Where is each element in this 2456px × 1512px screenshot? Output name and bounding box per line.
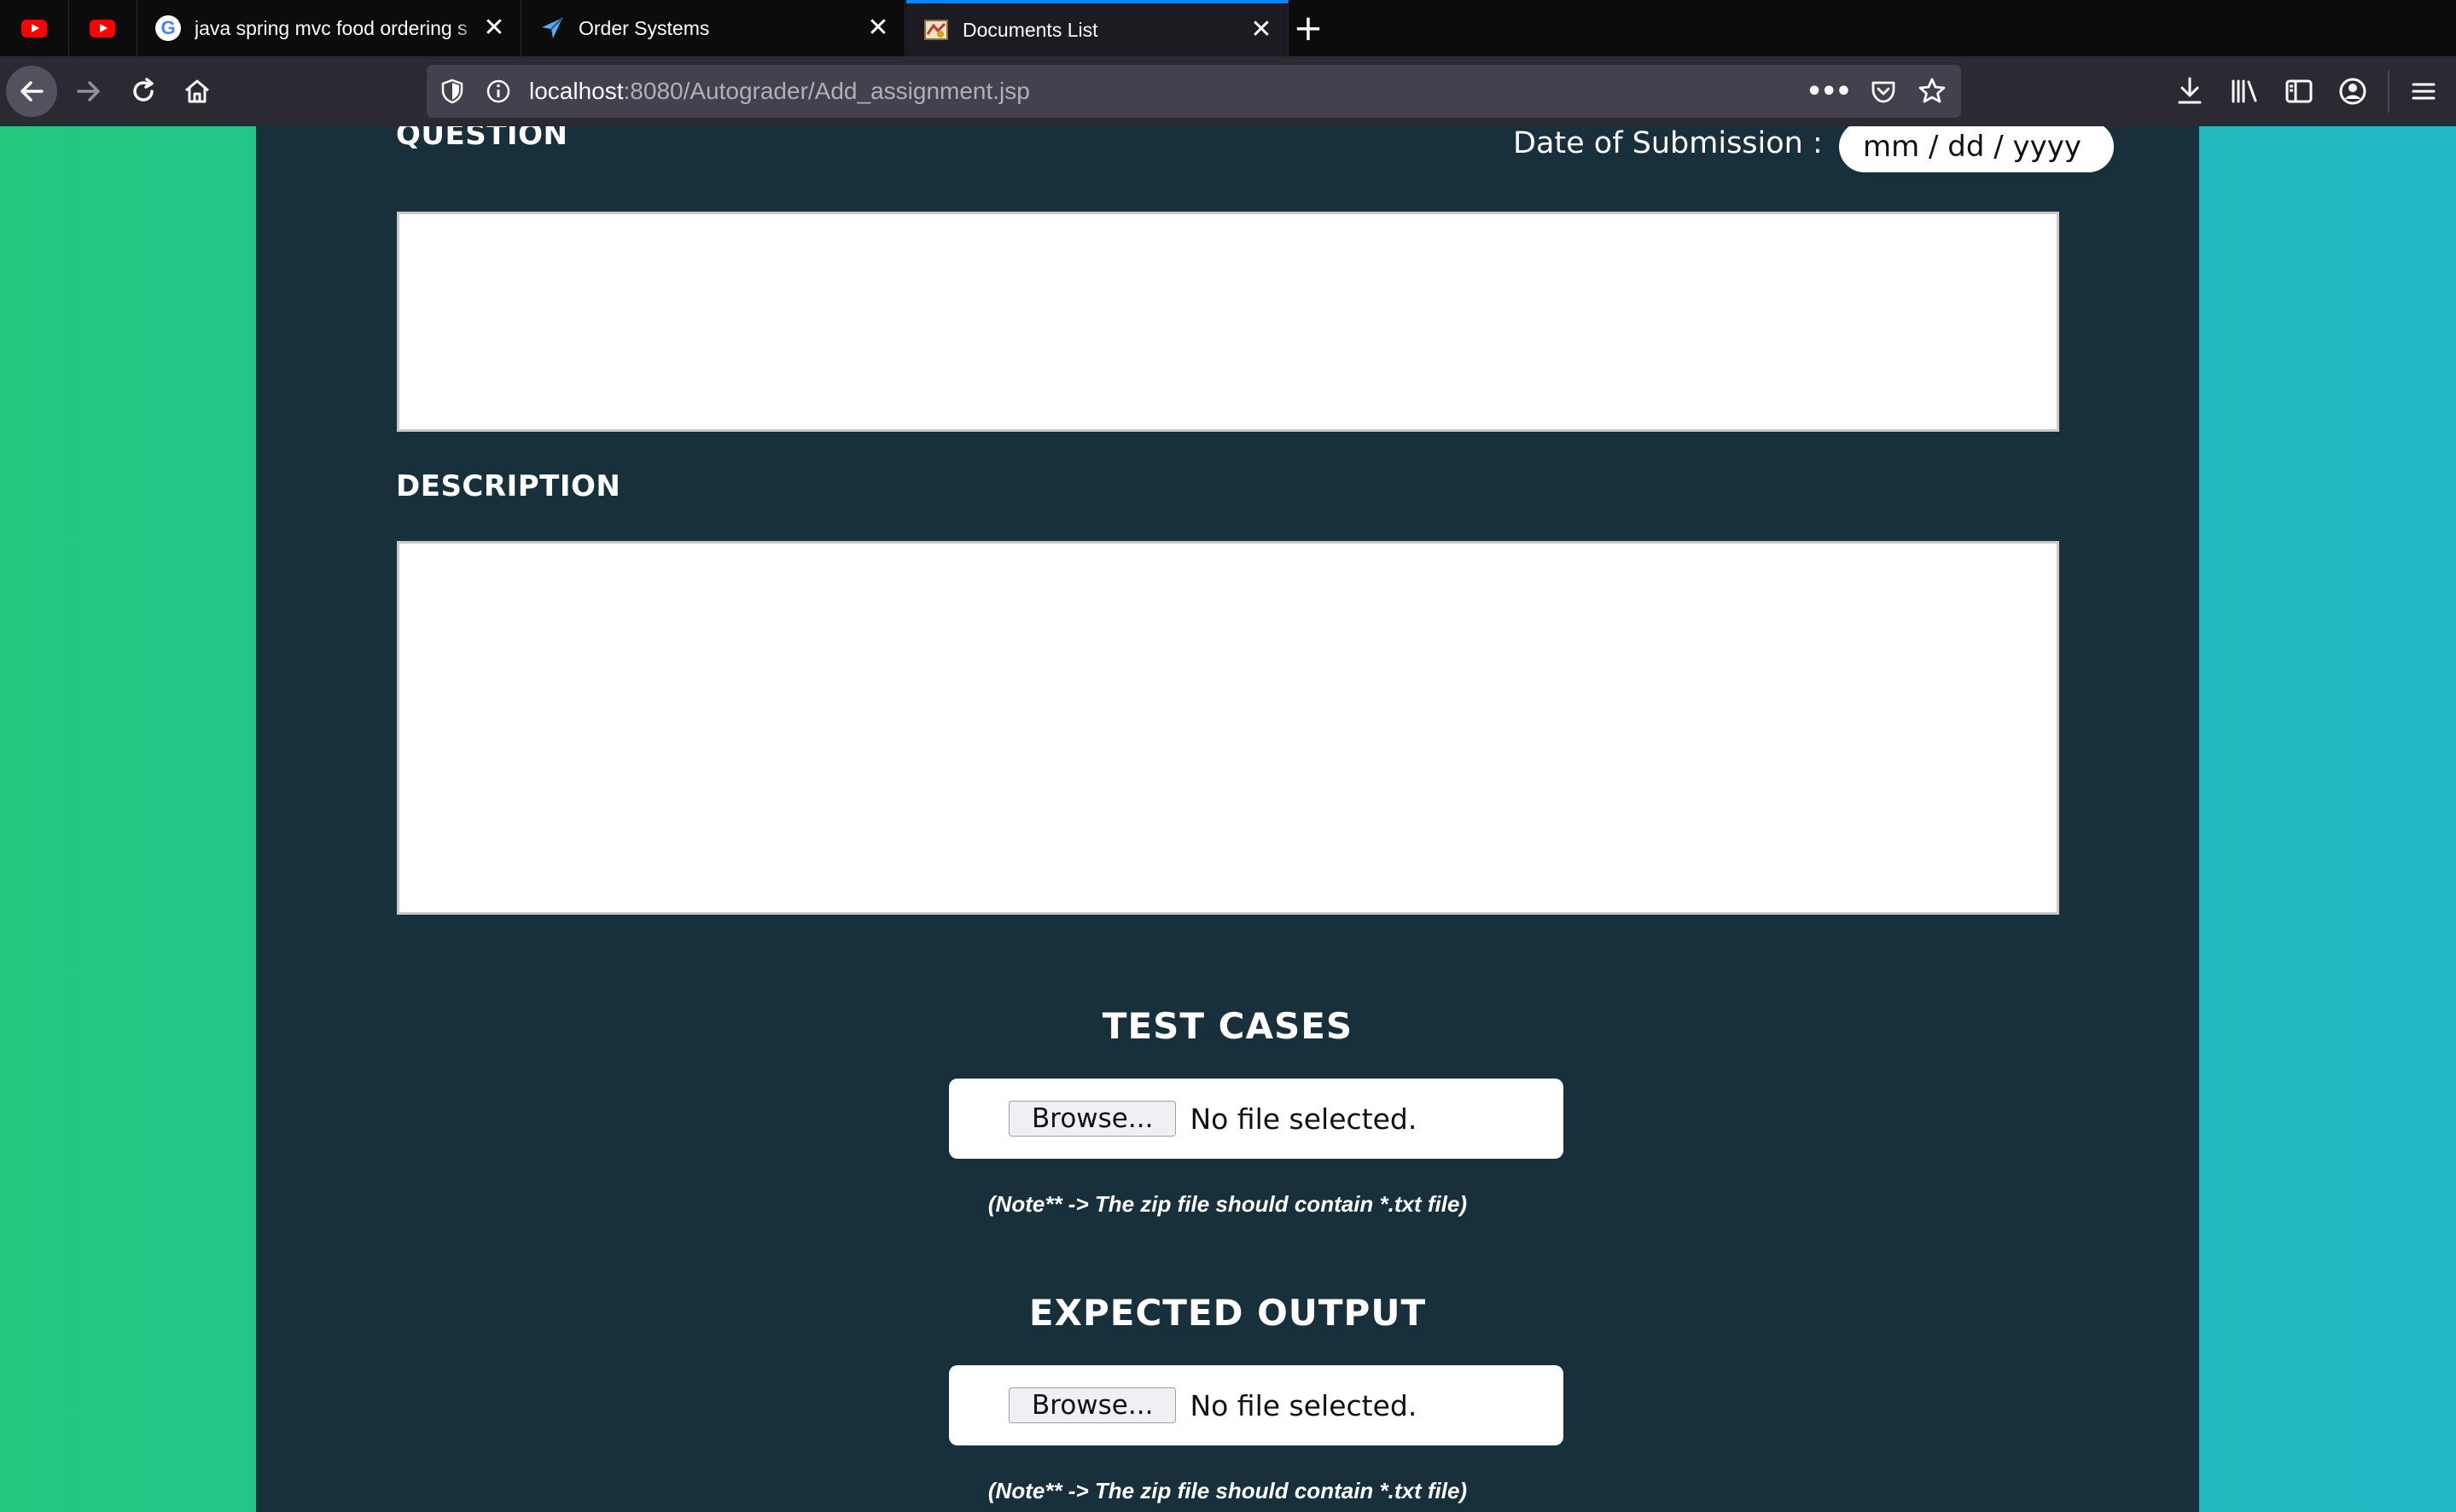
pinned-tab-youtube-2[interactable] bbox=[68, 0, 137, 56]
youtube-icon bbox=[21, 19, 47, 38]
date-placeholder: mm / dd / yyyy bbox=[1863, 130, 2082, 164]
reload-icon bbox=[133, 78, 154, 102]
navigation-bar: localhost:8080/Autograder/Add_assignment… bbox=[0, 56, 2456, 126]
test-cases-note: (Note** -> The zip file should contain *… bbox=[987, 1191, 1468, 1217]
test-cases-heading: TEST CASES bbox=[1102, 1005, 1353, 1047]
tab-title: Order Systems bbox=[579, 16, 710, 39]
test-cases-browse-button[interactable]: Browse... bbox=[1009, 1101, 1177, 1137]
url-bar[interactable]: localhost:8080/Autograder/Add_assignment… bbox=[427, 65, 1961, 118]
new-tab-button[interactable]: + bbox=[1289, 9, 1328, 48]
tab-order-systems[interactable]: Order Systems ✕ bbox=[522, 0, 905, 56]
toolbar-divider bbox=[2388, 70, 2389, 113]
description-textarea[interactable] bbox=[397, 541, 2059, 915]
close-icon[interactable]: ✕ bbox=[481, 15, 507, 41]
info-icon[interactable] bbox=[485, 78, 512, 105]
downloads-icon[interactable] bbox=[2173, 74, 2207, 108]
sidebar-icon[interactable] bbox=[2282, 74, 2316, 108]
form-panel: QUESTION Date of Submission : mm / dd / … bbox=[256, 126, 2199, 1512]
bookmark-star-icon[interactable] bbox=[1917, 76, 1947, 107]
url-host: localhost bbox=[529, 78, 624, 104]
url-path: :8080/Autograder/Add_assignment.jsp bbox=[623, 78, 1030, 104]
expected-output-heading: EXPECTED OUTPUT bbox=[1028, 1292, 1427, 1334]
account-icon[interactable] bbox=[2336, 74, 2370, 108]
expected-output-note: (Note** -> The zip file should contain *… bbox=[987, 1478, 1468, 1503]
tab-documents-list[interactable]: Documents List ✕ bbox=[906, 0, 1289, 56]
test-cases-file-input[interactable]: Browse... No file selected. bbox=[949, 1079, 1563, 1159]
home-button[interactable] bbox=[172, 66, 223, 117]
test-cases-file-status: No file selected. bbox=[1190, 1102, 1417, 1136]
expected-output-browse-button[interactable]: Browse... bbox=[1009, 1387, 1177, 1423]
tab-google-search[interactable]: G java spring mvc food ordering s ✕ bbox=[138, 0, 521, 56]
page-background: QUESTION Date of Submission : mm / dd / … bbox=[0, 126, 2456, 1512]
google-icon: G bbox=[155, 15, 181, 41]
question-label: QUESTION bbox=[396, 126, 568, 152]
tab-strip: G java spring mvc food ordering s ✕ Orde… bbox=[0, 0, 2456, 56]
arrow-left-icon bbox=[20, 81, 44, 102]
pocket-icon[interactable] bbox=[1869, 77, 1898, 106]
page-actions-icon[interactable]: ••• bbox=[1806, 77, 1852, 107]
pinned-tab-youtube-1[interactable] bbox=[0, 0, 69, 56]
folder-icon bbox=[924, 20, 948, 40]
close-icon[interactable]: ✕ bbox=[1248, 17, 1274, 43]
date-of-submission-input[interactable]: mm / dd / yyyy bbox=[1839, 126, 2114, 172]
menu-icon[interactable] bbox=[2407, 74, 2441, 108]
tab-title: Documents List bbox=[963, 18, 1098, 41]
back-button[interactable] bbox=[6, 66, 57, 117]
send-icon bbox=[542, 17, 563, 38]
date-of-submission-label: Date of Submission : bbox=[1513, 126, 1823, 160]
youtube-icon bbox=[90, 19, 115, 38]
shield-icon[interactable] bbox=[439, 78, 466, 105]
expected-output-file-input[interactable]: Browse... No file selected. bbox=[949, 1365, 1563, 1445]
question-textarea[interactable] bbox=[397, 212, 2059, 432]
expected-output-file-status: No file selected. bbox=[1190, 1388, 1417, 1422]
description-label: DESCRIPTION bbox=[396, 469, 621, 503]
library-icon[interactable] bbox=[2227, 74, 2261, 108]
forward-button[interactable] bbox=[63, 66, 114, 117]
url-text[interactable]: localhost:8080/Autograder/Add_assignment… bbox=[529, 78, 1030, 105]
home-icon bbox=[185, 79, 209, 103]
tab-title: java spring mvc food ordering s bbox=[195, 16, 481, 40]
reload-button[interactable] bbox=[118, 66, 169, 117]
arrow-right-icon bbox=[77, 81, 100, 102]
close-icon[interactable]: ✕ bbox=[865, 15, 891, 41]
